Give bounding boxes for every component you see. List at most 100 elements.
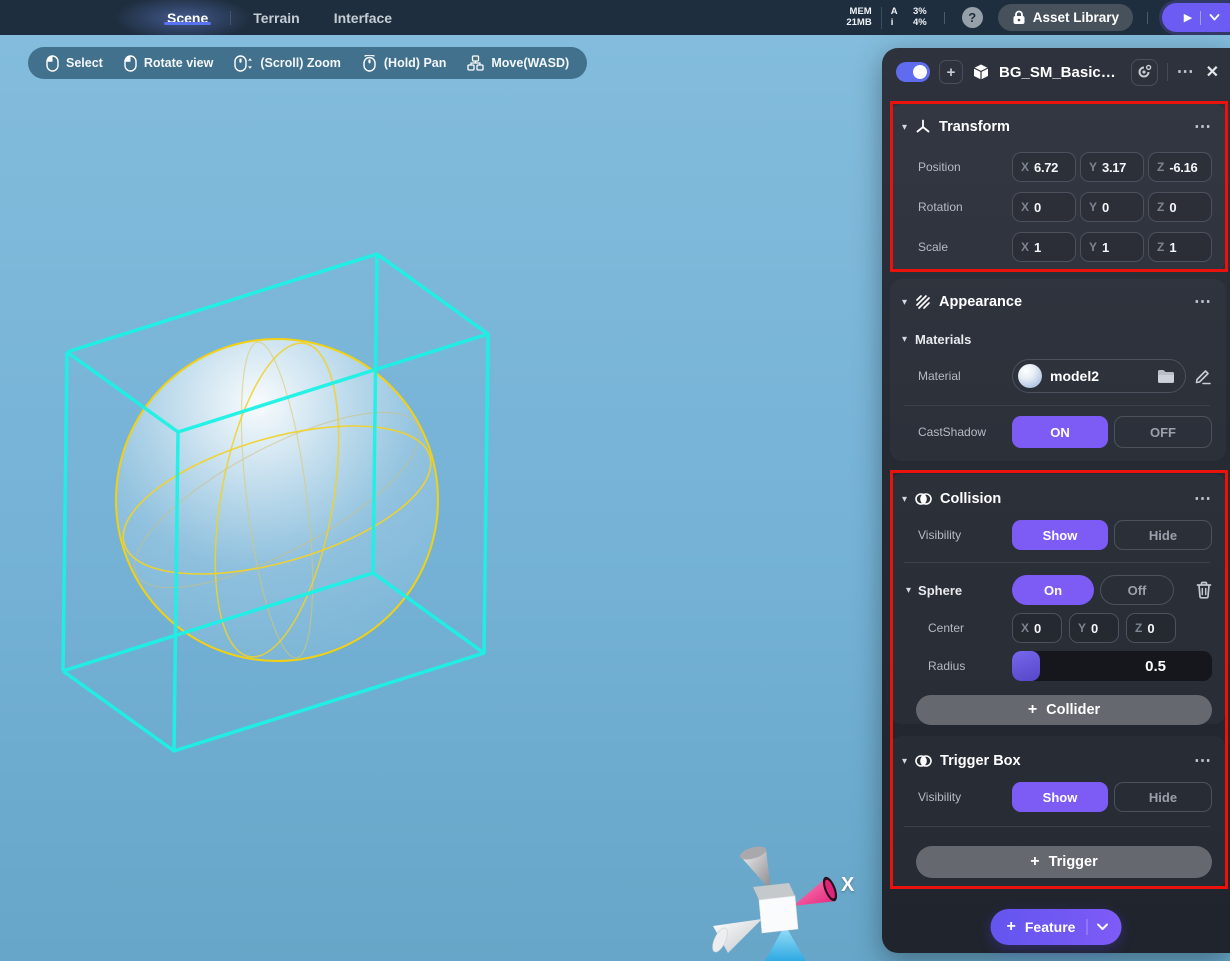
- axis-x-label: X: [841, 874, 854, 897]
- rotation-y-field[interactable]: Y 0: [1080, 192, 1144, 222]
- materials-subsection: ▾ Materials: [902, 329, 1212, 349]
- position-x-field[interactable]: X 6.72: [1012, 152, 1076, 182]
- section-more-icon[interactable]: ⋯: [1194, 756, 1212, 766]
- position-row: Position X 6.72 Y 3.17 Z -6.16: [902, 152, 1212, 182]
- sphere-collider-off-button[interactable]: Off: [1100, 575, 1174, 605]
- lock-icon: [1012, 10, 1026, 25]
- object-settings-button[interactable]: [1131, 59, 1158, 86]
- chevron-down-icon[interactable]: [1209, 14, 1220, 21]
- section-divider: [904, 562, 1210, 563]
- topbar-divider: [1147, 12, 1148, 24]
- plus-icon: +: [947, 64, 956, 81]
- hint-scroll-zoom: (Scroll) Zoom: [234, 55, 341, 72]
- castshadow-off-button[interactable]: OFF: [1114, 416, 1212, 448]
- radius-value: 0.5: [1145, 651, 1166, 681]
- mouse-left-click-icon: [46, 55, 59, 72]
- play-icon: ▶: [1184, 11, 1192, 24]
- tab-interface[interactable]: Interface: [317, 10, 409, 26]
- object-enabled-toggle[interactable]: [896, 62, 930, 82]
- scale-x-field[interactable]: X 1: [1012, 232, 1076, 262]
- collision-hide-button[interactable]: Hide: [1114, 520, 1212, 550]
- folder-icon[interactable]: [1157, 369, 1175, 384]
- rotation-z-field[interactable]: Z 0: [1148, 192, 1212, 222]
- collapse-caret-icon[interactable]: ▾: [902, 494, 907, 505]
- sphere-collider-row: ▾ Sphere On Off: [902, 575, 1212, 605]
- more-options-icon[interactable]: ⋯: [1177, 67, 1195, 77]
- inspector-header: + BG_SM_Basic… ⋯ ✕: [882, 48, 1230, 96]
- rotation-row: Rotation X 0 Y 0 Z 0: [902, 192, 1212, 222]
- section-more-icon[interactable]: ⋯: [1194, 297, 1212, 307]
- transform-axes-icon: [915, 119, 931, 135]
- stat-divider: [881, 7, 882, 29]
- trash-icon[interactable]: [1196, 581, 1212, 599]
- app-window: X Select Rotate view (Scroll) Zoom: [0, 0, 1230, 961]
- appearance-section: ▾ Appearance ⋯ ▾ Materials Material mode…: [890, 279, 1226, 461]
- trigger-show-button[interactable]: Show: [1012, 782, 1108, 812]
- collapse-caret-icon[interactable]: ▾: [902, 334, 907, 345]
- scale-y-field[interactable]: Y 1: [1080, 232, 1144, 262]
- add-collider-button[interactable]: + Collider: [916, 695, 1212, 725]
- material-row: Material model2: [902, 359, 1212, 393]
- chevron-down-icon[interactable]: [1096, 923, 1108, 931]
- add-feature-button[interactable]: + Feature: [991, 909, 1122, 945]
- edit-pencil-icon[interactable]: [1194, 367, 1212, 385]
- appearance-hatch-icon: [915, 294, 931, 310]
- rotation-x-field[interactable]: X 0: [1012, 192, 1076, 222]
- gizmo-cube-front[interactable]: [759, 896, 798, 933]
- collision-visibility-row: Visibility Show Hide: [902, 520, 1212, 550]
- position-z-field[interactable]: Z -6.16: [1148, 152, 1212, 182]
- hint-rotate-view: Rotate view: [124, 55, 213, 72]
- inspector-panel: + BG_SM_Basic… ⋯ ✕ ▾: [882, 48, 1230, 953]
- radius-slider-fill[interactable]: [1012, 651, 1040, 681]
- add-object-button[interactable]: +: [939, 60, 963, 84]
- mesh-object-icon: [972, 63, 990, 81]
- section-title: Collision: [940, 491, 1001, 507]
- settings-gear-icon: [1136, 64, 1152, 80]
- viewport-control-hints: Select Rotate view (Scroll) Zoom: [28, 47, 587, 79]
- mouse-hold-icon: [362, 55, 377, 72]
- scale-row: Scale X 1 Y 1 Z 1: [902, 232, 1212, 262]
- trigger-hide-button[interactable]: Hide: [1114, 782, 1212, 812]
- trigger-visibility-row: Visibility Show Hide: [902, 782, 1212, 812]
- top-menu-bar: Scene Terrain Interface MEM 21MB A 3% i …: [0, 0, 1230, 35]
- button-divider: [1200, 11, 1201, 25]
- collapse-caret-icon[interactable]: ▾: [902, 122, 907, 133]
- tab-terrain[interactable]: Terrain: [236, 10, 316, 26]
- center-y-field[interactable]: Y 0: [1069, 613, 1119, 643]
- sphere-collider-on-button[interactable]: On: [1012, 575, 1094, 605]
- collision-show-button[interactable]: Show: [1012, 520, 1108, 550]
- scale-z-field[interactable]: Z 1: [1148, 232, 1212, 262]
- section-title: Transform: [939, 119, 1010, 135]
- collapse-caret-icon[interactable]: ▾: [906, 585, 911, 596]
- position-y-field[interactable]: Y 3.17: [1080, 152, 1144, 182]
- center-x-field[interactable]: X 0: [1012, 613, 1062, 643]
- section-title: Trigger Box: [940, 753, 1021, 769]
- castshadow-on-button[interactable]: ON: [1012, 416, 1108, 448]
- tab-separator: [230, 11, 231, 25]
- collider-center-row: Center X 0 Y 0 Z 0: [902, 613, 1212, 643]
- selected-object-title: BG_SM_Basic…: [999, 64, 1116, 81]
- help-button[interactable]: ?: [962, 7, 983, 28]
- radius-slider[interactable]: 0.5: [1012, 651, 1212, 681]
- collapse-caret-icon[interactable]: ▾: [902, 756, 907, 767]
- plus-icon: +: [1028, 701, 1037, 719]
- material-picker-field[interactable]: model2: [1012, 359, 1186, 393]
- transform-section: ▾ Transform ⋯ Position X 6.72 Y 3.17: [890, 104, 1226, 271]
- collapse-caret-icon[interactable]: ▾: [902, 297, 907, 308]
- close-icon[interactable]: ✕: [1206, 62, 1219, 82]
- section-more-icon[interactable]: ⋯: [1194, 494, 1212, 504]
- section-more-icon[interactable]: ⋯: [1194, 122, 1212, 132]
- tab-scene[interactable]: Scene: [150, 10, 225, 26]
- wasd-keys-icon: [467, 55, 484, 71]
- topbar-divider: [944, 12, 945, 24]
- hint-move-wasd: Move(WASD): [467, 55, 569, 71]
- mode-tabs: Scene Terrain Interface: [150, 0, 409, 35]
- asset-library-button[interactable]: Asset Library: [998, 4, 1133, 31]
- trigger-overlap-icon: [915, 754, 932, 768]
- header-divider: [1167, 63, 1168, 81]
- add-trigger-button[interactable]: + Trigger: [916, 846, 1212, 878]
- play-button[interactable]: ▶: [1162, 3, 1230, 32]
- center-z-field[interactable]: Z 0: [1126, 613, 1176, 643]
- section-title: Appearance: [939, 294, 1022, 310]
- hint-hold-pan: (Hold) Pan: [362, 55, 447, 72]
